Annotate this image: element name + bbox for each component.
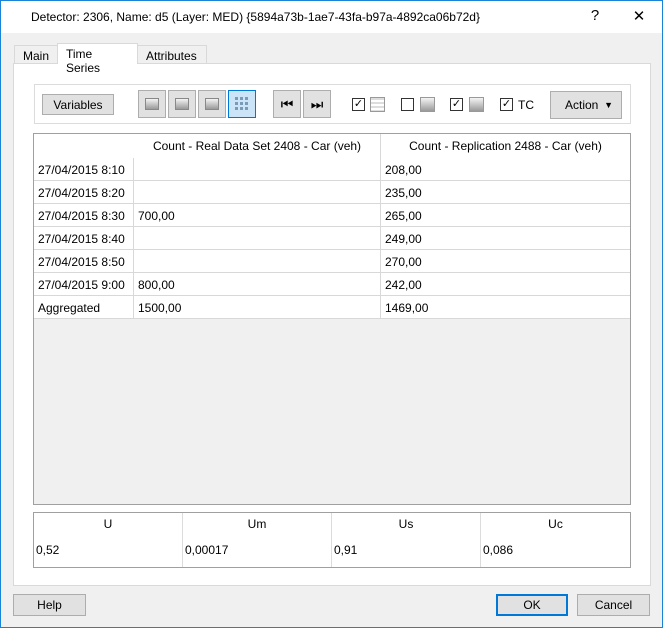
table-view-button[interactable]: [228, 90, 256, 118]
dropdown-arrow-icon: ▼: [604, 100, 613, 110]
stat-header: Um: [247, 517, 267, 531]
area-chart-button[interactable]: [168, 90, 196, 118]
cell-replication[interactable]: 249,00: [381, 227, 630, 250]
area-chart-icon: [175, 98, 189, 110]
stat-value: 0,086: [483, 543, 514, 557]
stat-um: Um 0,00017: [183, 513, 332, 567]
stat-header: Us: [398, 517, 414, 531]
close-icon[interactable]: ✕: [629, 7, 649, 25]
cell-replication[interactable]: 242,00: [381, 273, 630, 296]
row-label[interactable]: 27/04/2015 8:50: [34, 250, 134, 273]
cell-real-data[interactable]: [134, 181, 381, 204]
tc-checkbox[interactable]: ✓: [500, 98, 513, 111]
row-label[interactable]: Aggregated: [34, 296, 134, 319]
table-row[interactable]: 27/04/2015 9:00 800,00 242,00: [34, 273, 630, 296]
line-chart-icon: [145, 98, 159, 110]
table-row[interactable]: 27/04/2015 8:50 270,00: [34, 250, 630, 273]
table-row[interactable]: Aggregated 1500,00 1469,00: [34, 296, 630, 319]
row-label[interactable]: 27/04/2015 8:10: [34, 158, 134, 181]
ok-button[interactable]: OK: [496, 594, 568, 616]
first-button[interactable]: ⏮: [273, 90, 301, 118]
last-button[interactable]: ⏭: [303, 90, 331, 118]
stat-u: U 0,52: [34, 513, 183, 567]
window-title: Detector: 2306, Name: d5 (Layer: MED) {5…: [31, 10, 480, 24]
cell-replication[interactable]: 1469,00: [381, 296, 630, 319]
title-bar: Detector: 2306, Name: d5 (Layer: MED) {5…: [1, 1, 662, 33]
line-chart-button[interactable]: [138, 90, 166, 118]
variables-button[interactable]: Variables: [42, 94, 114, 115]
detector-dialog: Detector: 2306, Name: d5 (Layer: MED) {5…: [0, 0, 663, 628]
cell-real-data[interactable]: [134, 250, 381, 273]
row-label[interactable]: 27/04/2015 8:20: [34, 181, 134, 204]
stat-value: 0,52: [36, 543, 60, 557]
cell-replication[interactable]: 208,00: [381, 158, 630, 181]
table-row[interactable]: 27/04/2015 8:20 235,00: [34, 181, 630, 204]
chart-checkbox-1[interactable]: [401, 98, 414, 111]
stat-header: U: [103, 517, 113, 531]
cell-replication[interactable]: 265,00: [381, 204, 630, 227]
calendar-icon: [370, 97, 385, 112]
row-label[interactable]: 27/04/2015 8:30: [34, 204, 134, 227]
action-label: Action: [565, 98, 599, 112]
column-header[interactable]: Count - Real Data Set 2408 - Car (veh): [134, 134, 381, 158]
stat-us: Us 0,91: [332, 513, 481, 567]
table-header: Count - Real Data Set 2408 - Car (veh) C…: [34, 134, 630, 158]
column-header[interactable]: Count - Replication 2488 - Car (veh): [381, 134, 630, 158]
corner-cell: [34, 134, 134, 158]
cell-real-data[interactable]: [134, 227, 381, 250]
tab-attributes[interactable]: Attributes: [137, 45, 207, 64]
help-button[interactable]: Help: [13, 594, 86, 616]
stat-uc: Uc 0,086: [481, 513, 630, 567]
table-row[interactable]: 27/04/2015 8:10 208,00: [34, 158, 630, 181]
table-row[interactable]: 27/04/2015 8:40 249,00: [34, 227, 630, 250]
skip-first-icon: ⏮: [280, 96, 294, 112]
skip-last-icon: ⏭: [310, 96, 324, 112]
grid-icon: [235, 97, 249, 111]
table-row[interactable]: 27/04/2015 8:30 700,00 265,00: [34, 204, 630, 227]
tc-label: TC: [518, 98, 534, 112]
action-dropdown[interactable]: Action ▼: [550, 91, 622, 119]
time-series-table: Count - Real Data Set 2408 - Car (veh) C…: [33, 133, 631, 505]
cell-real-data[interactable]: 700,00: [134, 204, 381, 227]
toolbar: Variables ⏮ ⏭ ✓ ✓ ✓ TC Action ▼: [34, 84, 631, 124]
tab-time-series[interactable]: Time Series: [57, 43, 138, 75]
stat-header: Uc: [548, 517, 563, 531]
statistics-table: U 0,52 Um 0,00017 Us 0,91 Uc 0,086: [33, 512, 631, 568]
cancel-button[interactable]: Cancel: [577, 594, 650, 616]
cell-replication[interactable]: 235,00: [381, 181, 630, 204]
cell-real-data[interactable]: 800,00: [134, 273, 381, 296]
chart-icon: [420, 97, 435, 112]
calendar-checkbox[interactable]: ✓: [352, 98, 365, 111]
stat-value: 0,00017: [185, 543, 229, 557]
stat-value: 0,91: [334, 543, 358, 557]
row-label[interactable]: 27/04/2015 8:40: [34, 227, 134, 250]
help-icon[interactable]: ?: [585, 7, 605, 24]
cell-real-data[interactable]: [134, 158, 381, 181]
time-series-panel: Variables ⏮ ⏭ ✓ ✓ ✓ TC Action ▼ Count - R…: [13, 63, 651, 586]
tab-main[interactable]: Main: [14, 45, 58, 64]
cell-real-data[interactable]: 1500,00: [134, 296, 381, 319]
row-label[interactable]: 27/04/2015 9:00: [34, 273, 134, 296]
add-chart-button[interactable]: [198, 90, 226, 118]
chart-checkbox-2[interactable]: ✓: [450, 98, 463, 111]
cell-replication[interactable]: 270,00: [381, 250, 630, 273]
add-chart-icon: [205, 98, 219, 110]
multi-chart-icon: [469, 97, 484, 112]
